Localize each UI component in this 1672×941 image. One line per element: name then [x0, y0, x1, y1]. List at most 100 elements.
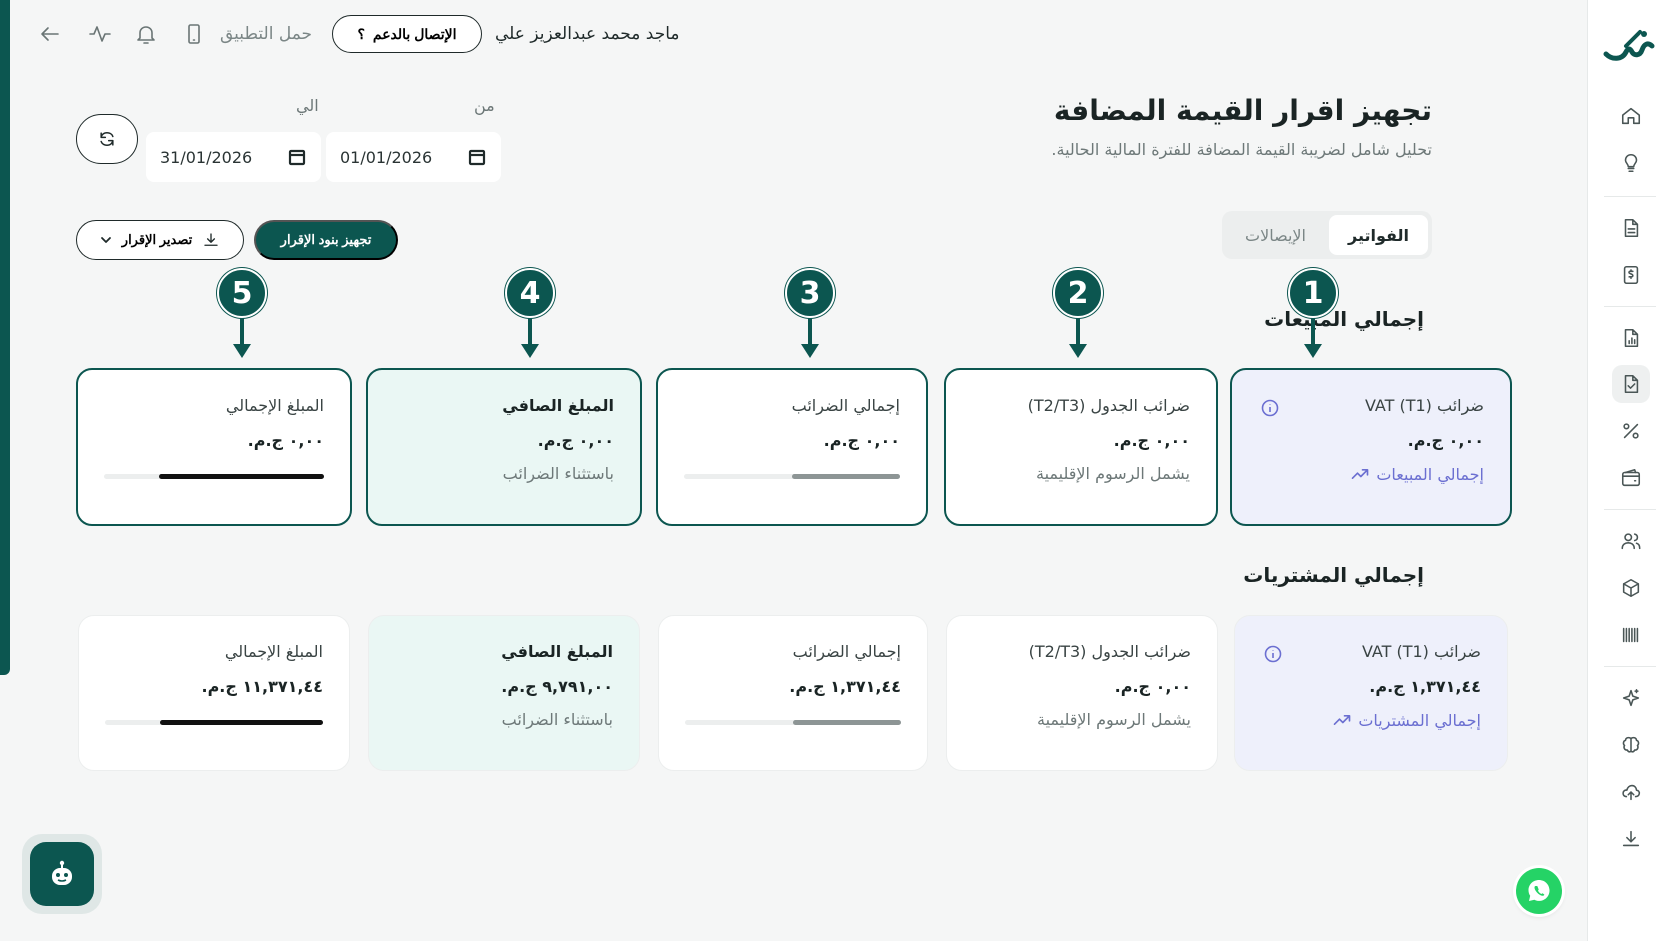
- sales-total-tax-card[interactable]: إجمالي الضرائب ٠,٠٠ ج.م.: [656, 368, 928, 526]
- sparkle-icon[interactable]: [1612, 679, 1650, 717]
- mobile-phone-icon[interactable]: [182, 22, 206, 46]
- card-value: ١,٣٧١,٤٤ ج.م.: [1369, 677, 1481, 696]
- download-app-link[interactable]: حمل التطبيق: [220, 24, 312, 44]
- info-icon[interactable]: [1260, 398, 1280, 418]
- card-note: باستثناء الضرائب: [502, 464, 614, 483]
- question-icon: ؟: [357, 25, 365, 42]
- card-title: ضرائب VAT (T1): [1361, 642, 1481, 661]
- user-name[interactable]: ماجد محمد عبدالعزيز علي: [495, 24, 680, 44]
- progress-bar-fill: [793, 720, 901, 725]
- card-title: ضرائب الجدول (T2/T3): [1028, 642, 1191, 661]
- refresh-icon: [100, 132, 114, 146]
- purchases-net-amount-card[interactable]: المبلغ الصافي ٩,٧٩١,٠٠ ج.م. باستثناء الض…: [368, 615, 640, 771]
- barcode-icon[interactable]: [1612, 616, 1650, 654]
- card-title: ضرائب الجدول (T2/T3): [1027, 396, 1190, 415]
- invoice-type-tabs: الفواتير الإيصالات: [1222, 211, 1432, 259]
- report-chart-icon[interactable]: [1612, 319, 1650, 357]
- arrow-left-icon[interactable]: [38, 22, 62, 46]
- card-title: إجمالي الضرائب: [792, 642, 901, 661]
- card-value: ٩,٧٩١,٠٠ ج.م.: [501, 677, 613, 696]
- left-accent-strip: [0, 0, 10, 675]
- lightbulb-icon[interactable]: [1612, 144, 1650, 182]
- calendar-icon[interactable]: [287, 147, 307, 167]
- chevron-down-icon: [100, 237, 111, 243]
- sales-gross-amount-card[interactable]: المبلغ الإجمالي ٠,٠٠ ج.م.: [76, 368, 352, 526]
- from-date-label: من: [474, 96, 495, 115]
- tab-receipts[interactable]: الإيصالات: [1226, 215, 1325, 255]
- progress-bar-fill: [159, 474, 324, 479]
- contact-support-button[interactable]: الإتصال بالدعم ؟: [332, 15, 482, 53]
- total-sales-link[interactable]: إجمالي المبيعات: [1258, 464, 1484, 484]
- purchases-vat-t1-card[interactable]: ضرائب VAT (T1) ١,٣٧١,٤٤ ج.م. إجمالي المش…: [1234, 615, 1508, 771]
- ai-assistant-button[interactable]: [22, 834, 102, 914]
- progress-bar-fill: [159, 720, 323, 725]
- robot-icon: [52, 860, 72, 885]
- card-title: المبلغ الصافي: [502, 396, 614, 415]
- percent-icon[interactable]: [1612, 412, 1650, 450]
- sales-table-tax-card[interactable]: ضرائب الجدول (T2/T3) ٠,٠٠ ج.م. يشمل الرس…: [944, 368, 1218, 526]
- download-icon: [204, 233, 218, 246]
- purchases-section-title: إجمالي المشتريات: [1243, 563, 1424, 587]
- whatsapp-button[interactable]: [1516, 868, 1562, 914]
- sales-vat-t1-card[interactable]: ضرائب VAT (T1) ٠,٠٠ ج.م. إجمالي المبيعات: [1230, 368, 1512, 526]
- purchases-table-tax-card[interactable]: ضرائب الجدول (T2/T3) ٠,٠٠ ج.م. يشمل الرس…: [946, 615, 1218, 771]
- link-label: إجمالي المشتريات: [1358, 710, 1481, 730]
- wallet-icon[interactable]: [1612, 459, 1650, 497]
- trend-up-icon: [1352, 469, 1369, 479]
- export-return-button[interactable]: تصدير الإقرار: [76, 220, 244, 260]
- export-return-label: تصدير الإقرار: [121, 232, 193, 247]
- page-title: تجهيز اقرار القيمة المضافة: [1053, 94, 1432, 127]
- card-note: يشمل الرسوم الإقليمية: [1037, 710, 1191, 729]
- purchases-total-tax-card[interactable]: إجمالي الضرائب ١,٣٧١,٤٤ ج.م.: [658, 615, 928, 771]
- progress-bar: [684, 474, 900, 479]
- purchases-gross-amount-card[interactable]: المبلغ الإجمالي ١١,٣٧١,٤٤ ج.م.: [78, 615, 350, 771]
- calendar-icon[interactable]: [467, 147, 487, 167]
- from-date-value: 01/01/2026: [340, 147, 433, 167]
- card-title: إجمالي الضرائب: [791, 396, 900, 415]
- app-logo[interactable]: [1600, 24, 1660, 68]
- card-value: ٠,٠٠ ج.م.: [1114, 677, 1191, 696]
- card-value: ١١,٣٧١,٤٤ ج.م.: [201, 677, 324, 696]
- step-marker-1: 1: [1288, 268, 1338, 360]
- card-title: المبلغ الصافي: [501, 642, 613, 661]
- step-marker-3: 3: [785, 268, 835, 360]
- sidebar: [1587, 0, 1672, 941]
- to-date-value: 31/01/2026: [160, 147, 253, 167]
- bell-icon[interactable]: [134, 22, 158, 46]
- step-marker-2: 2: [1053, 268, 1103, 360]
- activity-icon[interactable]: [88, 22, 112, 46]
- card-value: ٠,٠٠ ج.م.: [247, 431, 324, 450]
- home-icon[interactable]: [1612, 97, 1650, 135]
- refresh-button[interactable]: [76, 114, 138, 164]
- link-label: إجمالي المبيعات: [1376, 464, 1484, 484]
- invoice-dollar-icon[interactable]: [1612, 256, 1650, 294]
- card-value: ٠,٠٠ ج.م.: [537, 431, 614, 450]
- info-icon[interactable]: [1263, 644, 1283, 664]
- progress-bar: [685, 720, 901, 725]
- step-marker-4: 4: [505, 268, 555, 360]
- download-icon[interactable]: [1612, 820, 1650, 858]
- to-date-input[interactable]: 31/01/2026: [146, 132, 321, 182]
- card-value: ٠,٠٠ ج.م.: [1113, 431, 1190, 450]
- from-date-input[interactable]: 01/01/2026: [326, 132, 501, 182]
- users-icon[interactable]: [1612, 522, 1650, 560]
- cloud-upload-icon[interactable]: [1612, 773, 1650, 811]
- card-value: ٠,٠٠ ج.م.: [1407, 431, 1484, 450]
- card-title: المبلغ الإجمالي: [224, 642, 323, 661]
- vat-return-icon[interactable]: [1612, 365, 1650, 403]
- tab-invoices[interactable]: الفواتير: [1329, 215, 1428, 255]
- trend-up-icon: [1334, 715, 1351, 725]
- whatsapp-icon: [1528, 880, 1550, 901]
- card-value: ١,٣٧١,٤٤ ج.م.: [789, 677, 901, 696]
- support-button-label: الإتصال بالدعم: [372, 25, 457, 42]
- sales-net-amount-card[interactable]: المبلغ الصافي ٠,٠٠ ج.م. باستثناء الضرائب: [366, 368, 642, 526]
- prepare-return-items-button[interactable]: تجهيز بنود الإقرار: [254, 220, 398, 260]
- total-purchases-link[interactable]: إجمالي المشتريات: [1261, 710, 1481, 730]
- progress-bar: [105, 720, 323, 725]
- card-title: المبلغ الإجمالي: [225, 396, 324, 415]
- document-icon[interactable]: [1612, 209, 1650, 247]
- brain-icon[interactable]: [1612, 726, 1650, 764]
- progress-bar: [104, 474, 324, 479]
- box-icon[interactable]: [1612, 569, 1650, 607]
- page-subtitle: تحليل شامل لضريبة القيمة المضافة للفترة …: [1051, 140, 1432, 159]
